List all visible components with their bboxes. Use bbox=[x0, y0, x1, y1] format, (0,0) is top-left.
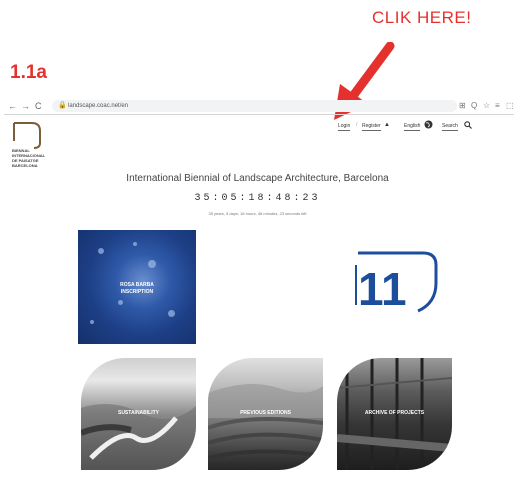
inscription-label: ROSA BARBA INSCRIPTION bbox=[120, 282, 154, 295]
language-selector[interactable]: English bbox=[404, 122, 421, 131]
back-icon[interactable]: ← bbox=[8, 99, 17, 113]
click-here-callout: CLIK HERE! bbox=[372, 8, 472, 27]
register-link[interactable]: Register bbox=[362, 122, 381, 131]
bookmark-star-icon[interactable]: ☆ bbox=[483, 100, 490, 112]
reload-icon[interactable]: C bbox=[35, 99, 42, 113]
search-icon[interactable] bbox=[464, 121, 472, 129]
archive-of-projects-tile[interactable]: ARCHIVE OF PROJECTS bbox=[337, 358, 452, 470]
url-text[interactable]: landscape.coac.net/en bbox=[68, 102, 128, 110]
search-link[interactable]: Search bbox=[442, 122, 458, 131]
sustainability-label: SUSTAINABILITY bbox=[117, 410, 160, 416]
profile-icon[interactable]: ⬚ bbox=[506, 100, 514, 112]
previous-editions-tile[interactable]: PREVIOUS EDITIONS bbox=[208, 358, 323, 470]
edition-number: 11 bbox=[358, 263, 407, 315]
step-label: 1.1a bbox=[10, 62, 47, 83]
zoom-icon[interactable]: Q bbox=[471, 100, 477, 112]
forward-icon[interactable]: → bbox=[21, 99, 30, 113]
countdown-subtitle: 35 years, 5 days, 18 hours, 48 minutes, … bbox=[208, 211, 307, 216]
browser-toolbar: ← → C 🔒 landscape.coac.net/en ⊞ Q ☆ ≡ ⬚ bbox=[4, 99, 514, 115]
inscription-tile[interactable]: ROSA BARBA INSCRIPTION bbox=[78, 230, 196, 344]
sustainability-tile[interactable]: SUSTAINABILITY bbox=[81, 358, 196, 470]
login-link[interactable]: Login bbox=[338, 122, 351, 131]
login-register-separator: / bbox=[356, 122, 358, 128]
edition-11-logo-icon[interactable]: 11 bbox=[348, 245, 443, 315]
archive-of-projects-label: ARCHIVE OF PROJECTS bbox=[364, 410, 425, 416]
logo-text: BIENNAL INTERNACIONAL DE PAISATGE BARCEL… bbox=[12, 148, 46, 168]
extension-icon[interactable]: ⊞ bbox=[459, 100, 466, 112]
countdown-timer: 35:05:18:48:23 bbox=[194, 193, 321, 204]
lock-icon: 🔒 bbox=[58, 102, 67, 109]
previous-editions-label: PREVIOUS EDITIONS bbox=[240, 410, 291, 416]
page-title: International Biennial of Landscape Arch… bbox=[126, 173, 389, 184]
user-icon[interactable]: ▲ bbox=[384, 121, 390, 129]
globe-icon[interactable] bbox=[424, 120, 433, 129]
reading-list-icon[interactable]: ≡ bbox=[495, 100, 500, 112]
address-bar[interactable]: 🔒 landscape.coac.net/en bbox=[52, 100, 457, 112]
